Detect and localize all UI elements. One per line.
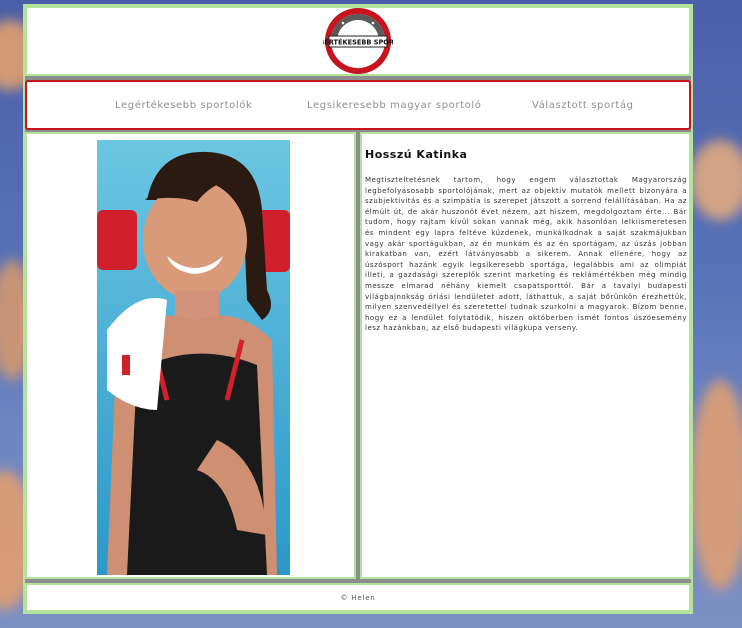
site-logo[interactable]: A LEGÉRTÉKESEBB SPORTOLÓ — [303, 6, 414, 76]
article-body: Megtiszteltetésnek tartom, hogy engem vá… — [365, 176, 687, 333]
swimmer-photo — [97, 140, 290, 575]
nav-item-most-successful-hungarian[interactable]: Legsikeresebb magyar sportoló — [307, 100, 481, 111]
logo-text: A LEGÉRTÉKESEBB SPORTOLÓ — [323, 38, 393, 47]
background-cloud — [690, 140, 742, 220]
footer-text: © Helen — [340, 593, 376, 602]
swimmer-portrait-icon — [97, 140, 290, 575]
site-footer: © Helen — [25, 583, 691, 612]
background-cloud — [690, 380, 742, 590]
nav-item-most-valuable-athletes[interactable]: Legértékesebb sportolók — [115, 100, 252, 111]
main-nav: Legértékesebb sportolók Legsikeresebb ma… — [25, 80, 691, 130]
photo-panel — [25, 132, 356, 579]
site-header: A LEGÉRTÉKESEBB SPORTOLÓ — [25, 6, 691, 76]
article-title: Hosszú Katinka — [365, 148, 468, 161]
article-panel: Hosszú Katinka Megtiszteltetésnek tartom… — [360, 132, 691, 579]
nav-item-chosen-sport[interactable]: Választott sportág — [532, 100, 634, 111]
logo-badge-icon: A LEGÉRTÉKESEBB SPORTOLÓ — [303, 8, 414, 74]
